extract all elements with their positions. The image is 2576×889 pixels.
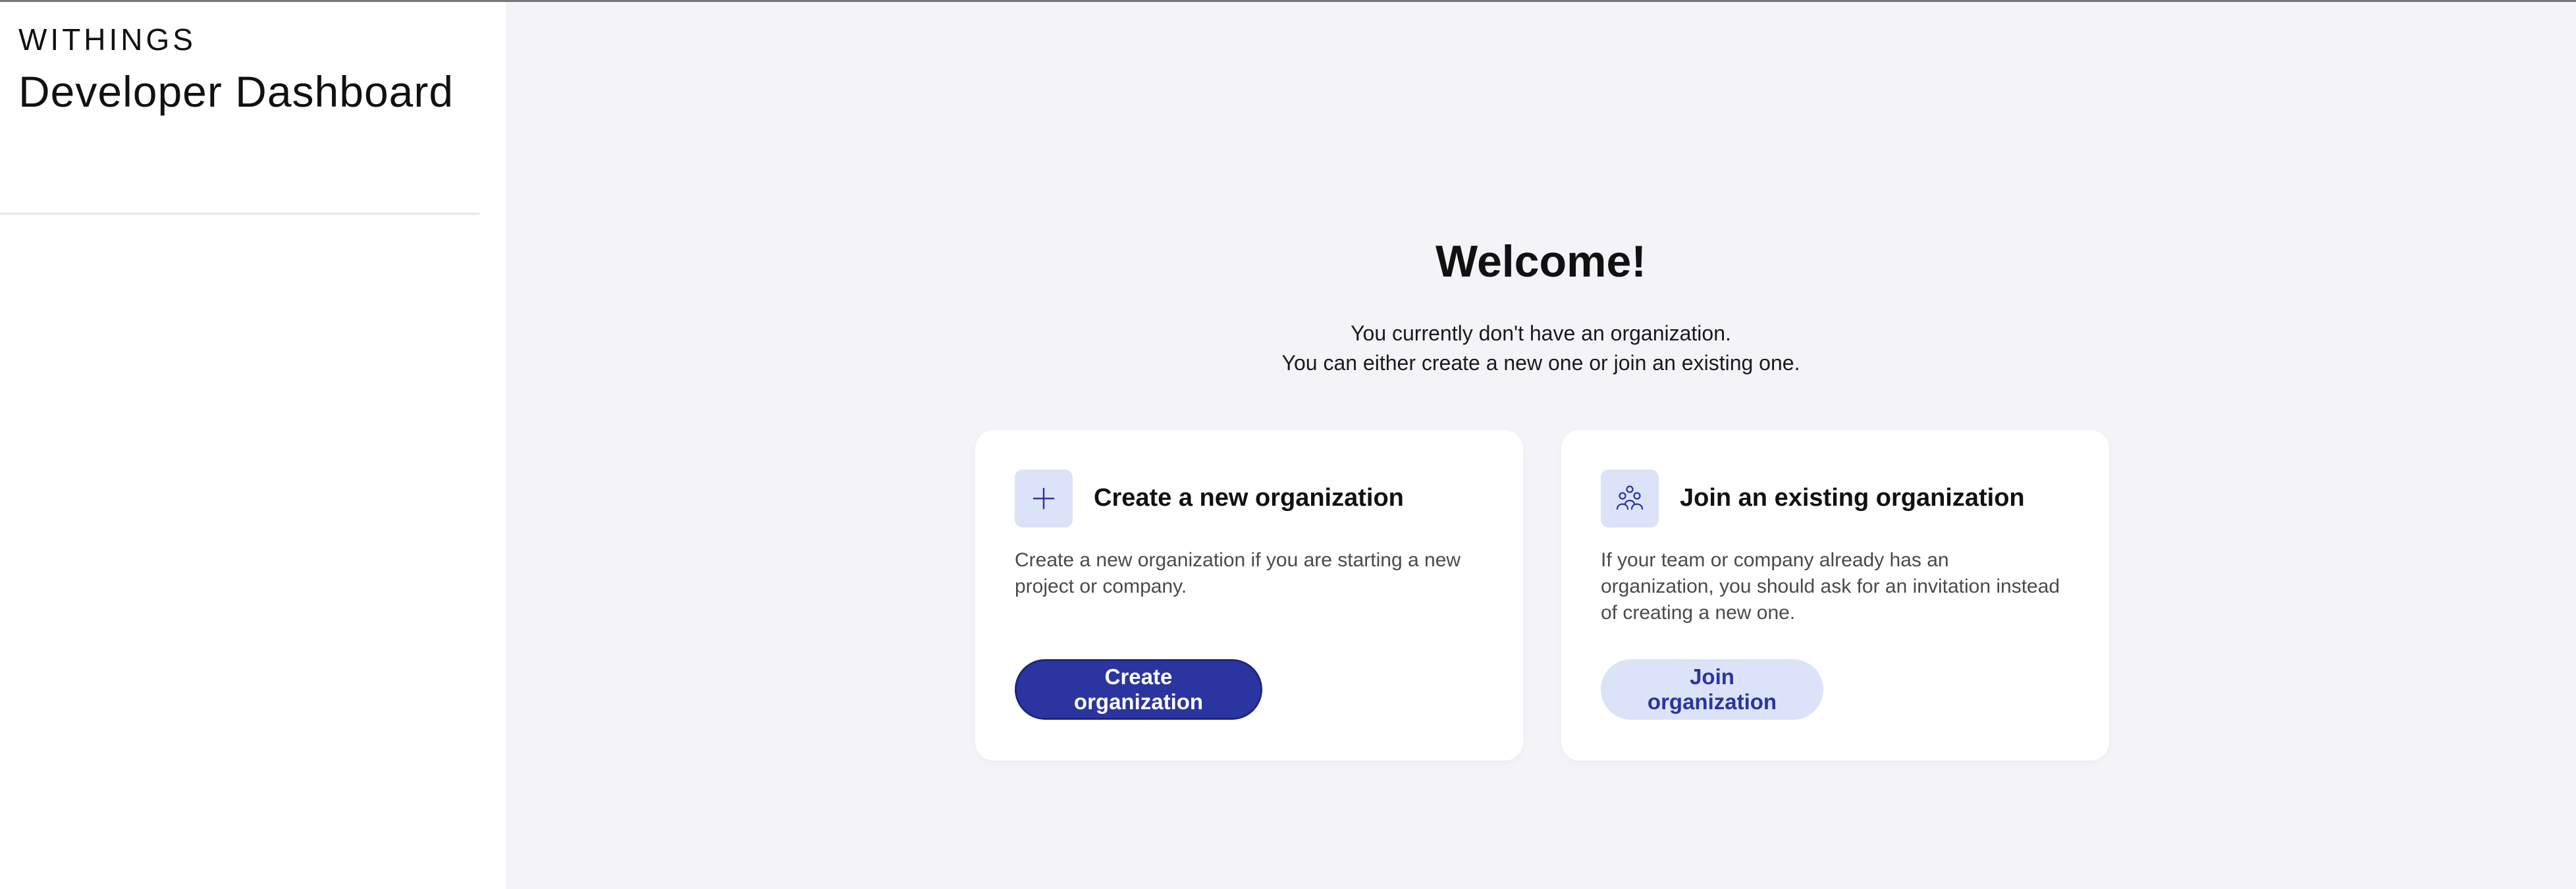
create-organization-card: Create a new organization Create a new o… (975, 430, 1523, 761)
dashboard-title: Developer Dashboard (18, 67, 454, 116)
join-organization-button[interactable]: Join organization (1601, 659, 1823, 720)
create-organization-button[interactable]: Create organization (1015, 659, 1262, 720)
join-organization-title: Join an existing organization (1680, 484, 2025, 512)
join-organization-description: If your team or company already has an o… (1601, 549, 2060, 624)
welcome-heading: Welcome! (1436, 236, 1646, 286)
sidebar: WITHINGS Developer Dashboard (0, 2, 506, 889)
team-icon (1601, 470, 1659, 527)
welcome-subtitle-line-1: You currently don't have an organization… (1351, 321, 1731, 345)
create-organization-title: Create a new organization (1094, 484, 1404, 512)
create-organization-description: Create a new organization if you are sta… (1015, 549, 1461, 597)
page: WITHINGS Developer Dashboard Welcome! Yo… (0, 0, 2576, 889)
brand-logo[interactable]: WITHINGS (18, 22, 196, 57)
join-organization-card: Join an existing organization If your te… (1561, 430, 2109, 761)
sidebar-divider (0, 213, 479, 215)
welcome-subtitle-line-2: You can either create a new one or join … (1281, 351, 1800, 375)
main-content: Welcome! You currently don't have an org… (506, 2, 2576, 889)
plus-icon (1015, 470, 1073, 527)
